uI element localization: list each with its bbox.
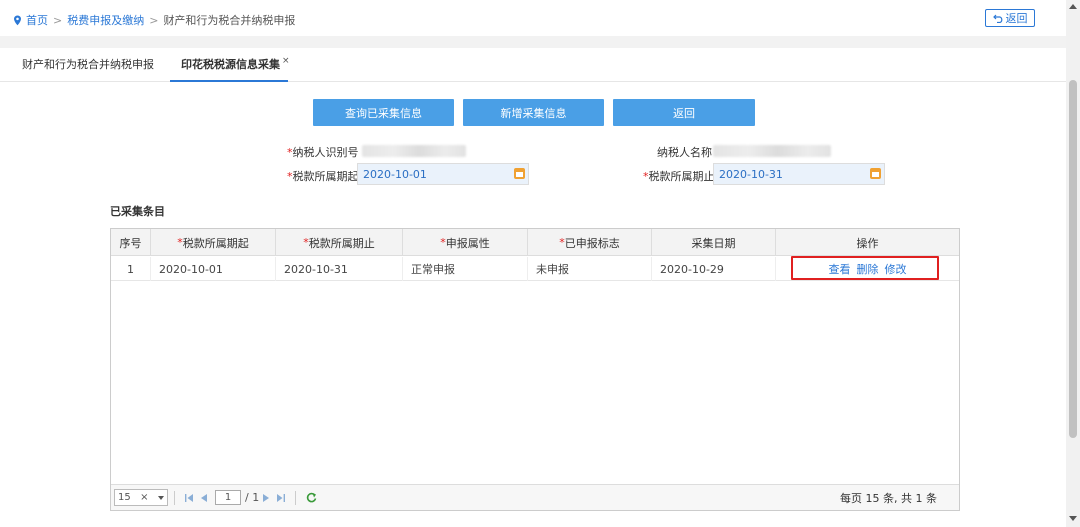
column-header-declare-attr: * 申报属性 bbox=[403, 229, 528, 256]
column-header-collect-date: 采集日期 bbox=[652, 229, 776, 256]
taxpayer-name-redacted bbox=[713, 145, 831, 157]
scroll-down-icon[interactable] bbox=[1069, 516, 1077, 521]
collected-items-table: 序号 * 税款所属期起 * 税款所属期止 * 申报属性 * 已申报标志 采集日期 操作 … bbox=[110, 228, 960, 511]
column-header-operations: 操作 bbox=[856, 236, 879, 250]
scroll-up-icon[interactable] bbox=[1069, 4, 1077, 9]
table-header: 序号 * 税款所属期起 * 税款所属期止 * 申报属性 * 已申报标志 采集日期 操作 bbox=[111, 229, 959, 256]
tab-combined-declaration[interactable]: 财产和行为税合并纳税申报 bbox=[22, 48, 154, 82]
query-collected-button[interactable]: 查询已采集信息 bbox=[313, 99, 454, 126]
tab-bar: 财产和行为税合并纳税申报 印花税税源信息采集 × bbox=[0, 48, 1066, 82]
location-pin-icon bbox=[14, 14, 21, 25]
tab-close-icon[interactable]: × bbox=[282, 56, 290, 66]
breadcrumb-bar: 首页 > 税费申报及缴纳 > 财产和行为税合并纳税申报 返回 bbox=[0, 0, 1066, 36]
section-title: 已采集条目 bbox=[110, 205, 165, 218]
period-start-input[interactable]: 2020-10-01 bbox=[357, 163, 529, 185]
first-page-icon[interactable] bbox=[185, 493, 193, 502]
pagination-bar: 15 × 1 / 1 每页 15 条, 共 1 条 bbox=[111, 484, 959, 510]
dropdown-arrow-icon bbox=[158, 495, 164, 500]
taxpayer-id-redacted bbox=[362, 145, 466, 157]
pagination-summary: 每页 15 条, 共 1 条 bbox=[840, 491, 937, 505]
cell-declared-flag: 未申报 bbox=[528, 257, 652, 281]
header-divider bbox=[0, 36, 1066, 48]
breadcrumb-current: 财产和行为税合并纳税申报 bbox=[163, 14, 296, 27]
tab-label: 印花税税源信息采集 bbox=[181, 58, 280, 71]
breadcrumb-separator: > bbox=[149, 13, 159, 27]
back-button[interactable]: 返回 bbox=[613, 99, 755, 126]
last-page-icon[interactable] bbox=[277, 493, 286, 502]
breadcrumb-tax-declaration[interactable]: 税费申报及缴纳 bbox=[67, 12, 144, 28]
column-header-declared-flag: * 已申报标志 bbox=[528, 229, 652, 256]
next-page-icon[interactable] bbox=[263, 493, 270, 502]
back-top-button[interactable]: 返回 bbox=[985, 9, 1035, 27]
column-header-period-start: * 税款所属期起 bbox=[151, 229, 276, 256]
period-start-label: *税款所属期起 bbox=[287, 170, 359, 183]
return-arrow-icon bbox=[992, 14, 1002, 23]
calendar-icon[interactable] bbox=[870, 168, 881, 179]
scroll-thumb[interactable] bbox=[1069, 80, 1077, 438]
tab-stamp-tax-collection[interactable]: 印花税税源信息采集 × bbox=[170, 48, 290, 82]
total-pages: / 1 bbox=[245, 491, 260, 504]
breadcrumb-separator: > bbox=[53, 13, 63, 27]
highlight-box bbox=[791, 256, 939, 280]
add-collection-button[interactable]: 新增采集信息 bbox=[463, 99, 604, 126]
divider bbox=[174, 490, 175, 505]
prev-page-icon[interactable] bbox=[201, 493, 207, 502]
period-end-label: *税款所属期止 bbox=[643, 170, 715, 183]
cell-declare-attr: 正常申报 bbox=[403, 257, 528, 281]
cell-index: 1 bbox=[111, 257, 151, 281]
divider bbox=[295, 490, 297, 505]
breadcrumb: 首页 > 税费申报及缴纳 > 财产和行为税合并纳税申报 bbox=[12, 12, 295, 28]
back-top-label: 返回 bbox=[1005, 12, 1028, 25]
calendar-icon[interactable] bbox=[514, 168, 525, 179]
vertical-scrollbar[interactable] bbox=[1066, 0, 1080, 527]
cell-period-end: 2020-10-31 bbox=[276, 257, 403, 281]
cell-period-start: 2020-10-01 bbox=[151, 257, 276, 281]
taxpayer-id-label: *纳税人识别号 bbox=[287, 146, 359, 159]
column-header-index: 序号 bbox=[111, 229, 151, 256]
refresh-icon[interactable] bbox=[306, 492, 317, 503]
page-number-input[interactable]: 1 bbox=[215, 490, 241, 505]
period-end-input[interactable]: 2020-10-31 bbox=[713, 163, 885, 185]
column-header-period-end: * 税款所属期止 bbox=[276, 229, 403, 256]
taxpayer-name-label: 纳税人名称 bbox=[657, 146, 712, 159]
tab-label: 财产和行为税合并纳税申报 bbox=[22, 58, 154, 71]
clear-icon[interactable]: × bbox=[140, 492, 148, 503]
cell-collect-date: 2020-10-29 bbox=[652, 257, 776, 281]
page-size-select[interactable]: 15 × bbox=[114, 489, 168, 506]
breadcrumb-home[interactable]: 首页 bbox=[26, 12, 48, 28]
